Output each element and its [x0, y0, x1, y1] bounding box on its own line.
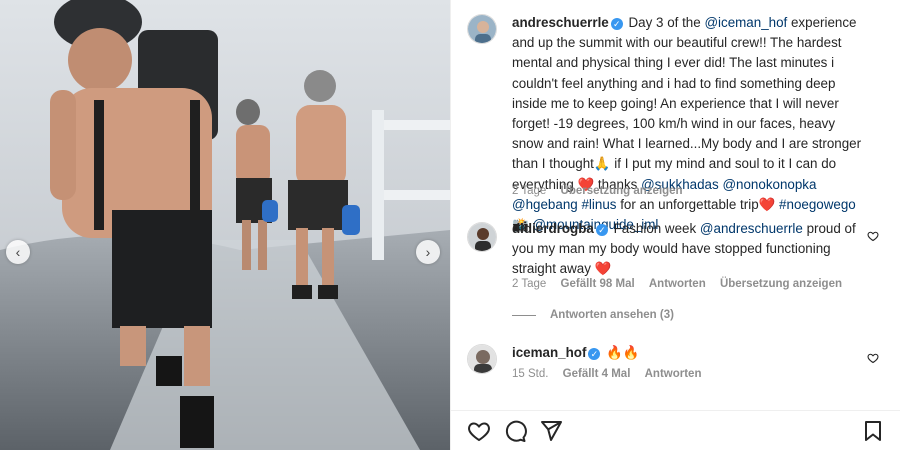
chevron-right-icon[interactable]: ›: [416, 240, 440, 264]
comment-time[interactable]: 2 Tage: [512, 278, 546, 290]
comment-username[interactable]: iceman_hof: [512, 345, 586, 360]
caption-translate-button[interactable]: Übersetzung anzeigen: [561, 185, 683, 197]
caption-time[interactable]: 2 Tage: [512, 185, 546, 197]
comment-likes[interactable]: Gefällt 98 Mal: [561, 278, 635, 290]
divider: [512, 314, 536, 316]
avatar-image: [468, 15, 496, 43]
avatar-image: [468, 345, 496, 373]
comment-like-heart-icon[interactable]: [867, 230, 879, 242]
caption-body: Day 3 of the @iceman_hof experience and …: [512, 15, 861, 232]
caption-link[interactable]: @iceman_hof: [704, 15, 787, 30]
caption-username[interactable]: andreschuerrle: [512, 15, 609, 30]
verified-badge-icon: ✓: [588, 348, 601, 360]
photo-scene: [0, 0, 450, 450]
caption-link[interactable]: #noegowego: [779, 197, 856, 212]
caption-segment: Day 3 of the: [628, 15, 705, 30]
heart-icon[interactable]: [467, 419, 491, 443]
verified-badge-icon: ✓: [595, 224, 608, 236]
chevron-left-icon[interactable]: ‹: [6, 240, 30, 264]
caption-meta: 2 Tage Übersetzung anzeigen: [512, 185, 694, 197]
view-replies-button[interactable]: Antworten ansehen (3): [512, 309, 674, 321]
instagram-post-view: ‹ › andreschuerrle ✓ Day 3 of the @iceman…: [0, 0, 900, 450]
comment-reply-button[interactable]: Antworten: [649, 278, 706, 290]
post-photo[interactable]: ‹ ›: [0, 0, 450, 450]
verified-badge-icon: ✓: [610, 18, 623, 30]
caption-segment: experience and up the summit with our be…: [512, 15, 862, 192]
avatar[interactable]: [467, 222, 497, 252]
avatar-image: [468, 223, 496, 251]
avatar[interactable]: [467, 14, 497, 44]
comment-meta: 15 Std. Gefällt 4 Mal Antworten: [512, 368, 712, 380]
comments-panel: andreschuerrle ✓ Day 3 of the @iceman_hof…: [450, 0, 900, 450]
comment-mention-link[interactable]: @andreschuerrle: [700, 221, 803, 236]
comment-text: iceman_hof ✓ 🔥🔥: [512, 343, 864, 363]
comment-likes[interactable]: Gefällt 4 Mal: [563, 368, 631, 380]
comments-scroll[interactable]: andreschuerrle ✓ Day 3 of the @iceman_hof…: [451, 0, 900, 410]
avatar[interactable]: [467, 344, 497, 374]
caption-link[interactable]: @hgebang: [512, 197, 578, 212]
comment-reply-button[interactable]: Antworten: [645, 368, 702, 380]
caption-text: andreschuerrle ✓ Day 3 of the @iceman_hof…: [512, 13, 864, 235]
comment-icon[interactable]: [503, 419, 527, 443]
comment-username[interactable]: didierdrogba: [512, 221, 594, 236]
bookmark-icon[interactable]: [861, 419, 885, 443]
comment-text: didierdrogba ✓ Fashion week @andreschuerr…: [512, 219, 864, 280]
comment-translate-button[interactable]: Übersetzung anzeigen: [720, 278, 842, 290]
caption-link[interactable]: #linus: [581, 197, 616, 212]
action-bar: [451, 410, 900, 450]
comment-like-heart-icon[interactable]: [867, 352, 879, 364]
caption-link[interactable]: @nonokonopka: [722, 177, 816, 192]
comment-meta: 2 Tage Gefällt 98 Mal Antworten Übersetz…: [512, 278, 853, 290]
caption-segment: for an unforgettable trip❤️: [616, 196, 780, 212]
comment-time[interactable]: 15 Std.: [512, 368, 548, 380]
send-icon[interactable]: [539, 419, 563, 443]
comment-body: 🔥🔥: [606, 345, 640, 360]
comment-prefix: Fashion week: [613, 221, 700, 236]
view-replies-label: Antworten ansehen (3): [550, 309, 674, 321]
